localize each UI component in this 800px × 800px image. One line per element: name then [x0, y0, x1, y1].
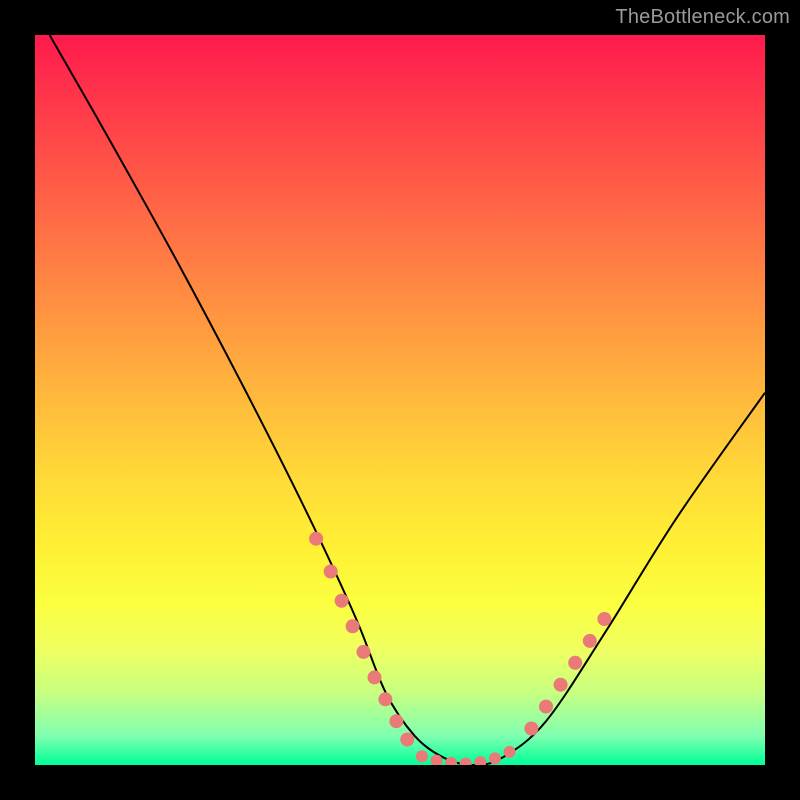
highlight-dot	[583, 634, 597, 648]
highlight-dot	[489, 752, 501, 764]
highlight-dot	[474, 756, 486, 765]
bottleneck-curve	[50, 35, 765, 765]
highlight-segment-bottom	[416, 746, 516, 765]
highlight-dot	[389, 714, 403, 728]
highlight-dot	[524, 722, 538, 736]
highlight-dot	[324, 565, 338, 579]
watermark-text: TheBottleneck.com	[615, 6, 790, 29]
highlight-dot	[400, 733, 414, 747]
highlight-dot	[568, 656, 582, 670]
highlight-dot	[335, 594, 349, 608]
highlight-dot	[309, 532, 323, 546]
chart-svg	[35, 35, 765, 765]
highlight-segment-right	[524, 612, 611, 736]
highlight-dot	[554, 678, 568, 692]
highlight-dot	[460, 758, 472, 766]
highlight-dot	[416, 750, 428, 762]
highlight-dot	[504, 746, 516, 758]
highlight-dot	[346, 619, 360, 633]
chart-plot-area	[35, 35, 765, 765]
highlight-dot	[378, 692, 392, 706]
highlight-dot	[368, 670, 382, 684]
highlight-dot	[357, 645, 371, 659]
highlight-dot	[445, 757, 457, 765]
highlight-dot	[539, 700, 553, 714]
highlight-dot	[597, 612, 611, 626]
